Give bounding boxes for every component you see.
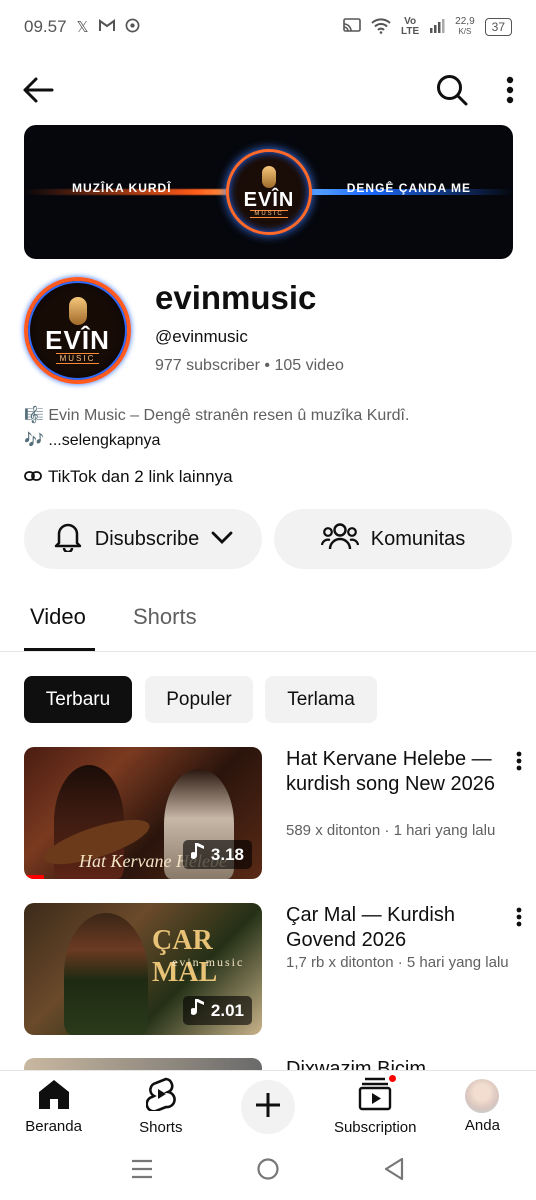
- video-menu-icon[interactable]: [516, 907, 522, 932]
- avatar-logo-sub: MUSIC: [55, 353, 100, 364]
- video-meta: 589 x ditonton · 1 hari yang lalu: [286, 822, 496, 839]
- net-speed: 22,9 K/S: [455, 17, 474, 37]
- video-thumbnail[interactable]: ÇAR MAL evin music 2.01: [24, 903, 262, 1035]
- home-button-icon[interactable]: [256, 1157, 280, 1186]
- status-time: 09.57: [24, 17, 67, 36]
- net-speed-value: 22,9: [455, 16, 475, 27]
- video-title[interactable]: Çar Mal — Kurdish Govend 2026: [286, 903, 501, 953]
- net-speed-unit: K/S: [458, 27, 472, 36]
- tab-indicator: [24, 648, 95, 651]
- banner-left-text: MUZÎKA KURDÎ: [72, 181, 172, 195]
- video-item[interactable]: ÇAR MAL evin music 2.01 Çar Mal — Kurdis…: [24, 903, 524, 1035]
- description-text: 🎼 Evin Music – Dengê stranên resen û muz…: [24, 407, 410, 424]
- user-avatar: [465, 1079, 500, 1113]
- channel-handle: @evinmusic: [155, 327, 248, 346]
- gmail-icon: [98, 18, 115, 36]
- chip-latest[interactable]: Terbaru: [24, 676, 132, 723]
- plus-icon: [255, 1092, 281, 1122]
- tab-shorts[interactable]: Shorts: [133, 604, 197, 630]
- nav-create[interactable]: [214, 1071, 321, 1142]
- top-app-bar: [0, 64, 536, 116]
- nav-subscriptions[interactable]: Subscription: [322, 1071, 429, 1142]
- community-label: Komunitas: [370, 527, 466, 550]
- nav-you-label: Anda: [464, 1117, 500, 1134]
- description-more[interactable]: 🎶 ...selengkapnya: [24, 428, 514, 453]
- more-vert-icon[interactable]: [506, 76, 514, 104]
- nav-shorts-label: Shorts: [139, 1119, 183, 1136]
- thumbnail-subcaption: evin music: [172, 955, 245, 969]
- video-thumbnail-partial[interactable]: [24, 1058, 262, 1070]
- subscribed-label: Disubscribe: [94, 527, 200, 550]
- cast-icon: [343, 18, 361, 36]
- chevron-down-icon: [211, 528, 233, 551]
- battery-level: 37: [491, 20, 505, 34]
- channel-tabs: Video Shorts: [0, 590, 536, 652]
- avatar-logo-word: EVÎN: [45, 325, 110, 355]
- video-thumbnail[interactable]: Hat Kervane Helebe 3.18: [24, 747, 262, 879]
- channel-description[interactable]: 🎼 Evin Music – Dengê stranên resen û muz…: [24, 403, 514, 453]
- subscriber-count: 977 subscriber: [155, 357, 260, 374]
- community-button[interactable]: Komunitas: [274, 509, 512, 569]
- volte-icon: Vo LTE: [401, 16, 420, 37]
- back-button-icon[interactable]: [383, 1157, 405, 1186]
- subscriptions-icon: [358, 1073, 399, 1115]
- home-icon: [37, 1078, 71, 1114]
- video-count: 105 video: [274, 357, 344, 374]
- watch-progress-bar: [24, 875, 44, 879]
- chip-oldest[interactable]: Terlama: [265, 676, 377, 723]
- see-more-link[interactable]: ...selengkapnya: [48, 432, 160, 449]
- system-nav-bar: [0, 1142, 536, 1200]
- video-meta: 1,7 rb x ditonton · 5 hari yang lalu: [286, 954, 509, 971]
- nav-you[interactable]: Anda: [429, 1071, 536, 1142]
- notification-dot: [387, 1073, 399, 1084]
- video-title[interactable]: Hat Kervane Helebe — kurdish song New 20…: [286, 747, 501, 797]
- shorts-icon: [145, 1077, 176, 1115]
- chip-popular[interactable]: Populer: [145, 676, 253, 723]
- nav-subscriptions-label: Subscription: [333, 1119, 417, 1136]
- status-bar: 09.57 𝕏 Vo LTE 22,9 K/S 37: [0, 0, 536, 54]
- battery-icon: 37: [484, 18, 512, 36]
- aperture-icon: [125, 18, 140, 37]
- tab-video[interactable]: Video: [30, 604, 86, 630]
- links-text: TikTok dan 2 link lainnya: [48, 467, 233, 486]
- duration-text: 3.18: [210, 844, 244, 864]
- video-item[interactable]: Hat Kervane Helebe 3.18 Hat Kervane Hele…: [24, 747, 524, 879]
- nav-home-label: Beranda: [25, 1118, 82, 1135]
- subscribed-button[interactable]: Disubscribe: [24, 509, 262, 569]
- banner-logo-sub: MUSIC: [250, 210, 288, 218]
- nav-shorts[interactable]: Shorts: [107, 1071, 214, 1142]
- bottom-navigation: Beranda Shorts Subscription Anda: [0, 1070, 536, 1142]
- video-duration: 3.18: [182, 840, 252, 869]
- duration-text: 2.01: [210, 1000, 244, 1020]
- channel-links[interactable]: TikTok dan 2 link lainnya: [24, 467, 233, 487]
- microphone-icon: [262, 166, 276, 188]
- video-duration: 2.01: [182, 996, 252, 1025]
- microphone-icon: [68, 297, 87, 325]
- channel-avatar[interactable]: EVÎN MUSIC: [24, 277, 131, 384]
- search-icon[interactable]: [436, 74, 468, 106]
- video-menu-icon[interactable]: [516, 751, 522, 776]
- channel-name: evinmusic: [155, 279, 317, 316]
- wifi-icon: [371, 17, 391, 37]
- music-note-icon: [189, 999, 205, 1022]
- channel-stats: 977 subscriber • 105 video: [155, 357, 344, 375]
- video-title-partial[interactable]: Dixwazim Bicim: [286, 1058, 426, 1070]
- music-note-icon: [189, 843, 205, 866]
- x-app-icon: 𝕏: [76, 19, 89, 36]
- nav-home[interactable]: Beranda: [0, 1071, 107, 1142]
- channel-banner: MUZÎKA KURDÎ DENGÊ ÇANDA ME EVÎN MUSIC: [24, 125, 513, 259]
- link-icon: [24, 467, 42, 487]
- banner-right-text: DENGÊ ÇANDA ME: [346, 181, 471, 195]
- signal-icon: [429, 18, 445, 36]
- notes-emoji: 🎶: [24, 432, 49, 449]
- banner-logo: EVÎN MUSIC: [226, 149, 312, 235]
- stats-separator: •: [264, 357, 271, 374]
- community-icon: [320, 521, 359, 557]
- bell-icon: [53, 520, 83, 558]
- back-arrow-icon[interactable]: [22, 76, 54, 104]
- create-button[interactable]: [241, 1079, 295, 1134]
- banner-logo-word: EVÎN: [243, 189, 295, 211]
- recent-apps-icon[interactable]: [131, 1159, 153, 1184]
